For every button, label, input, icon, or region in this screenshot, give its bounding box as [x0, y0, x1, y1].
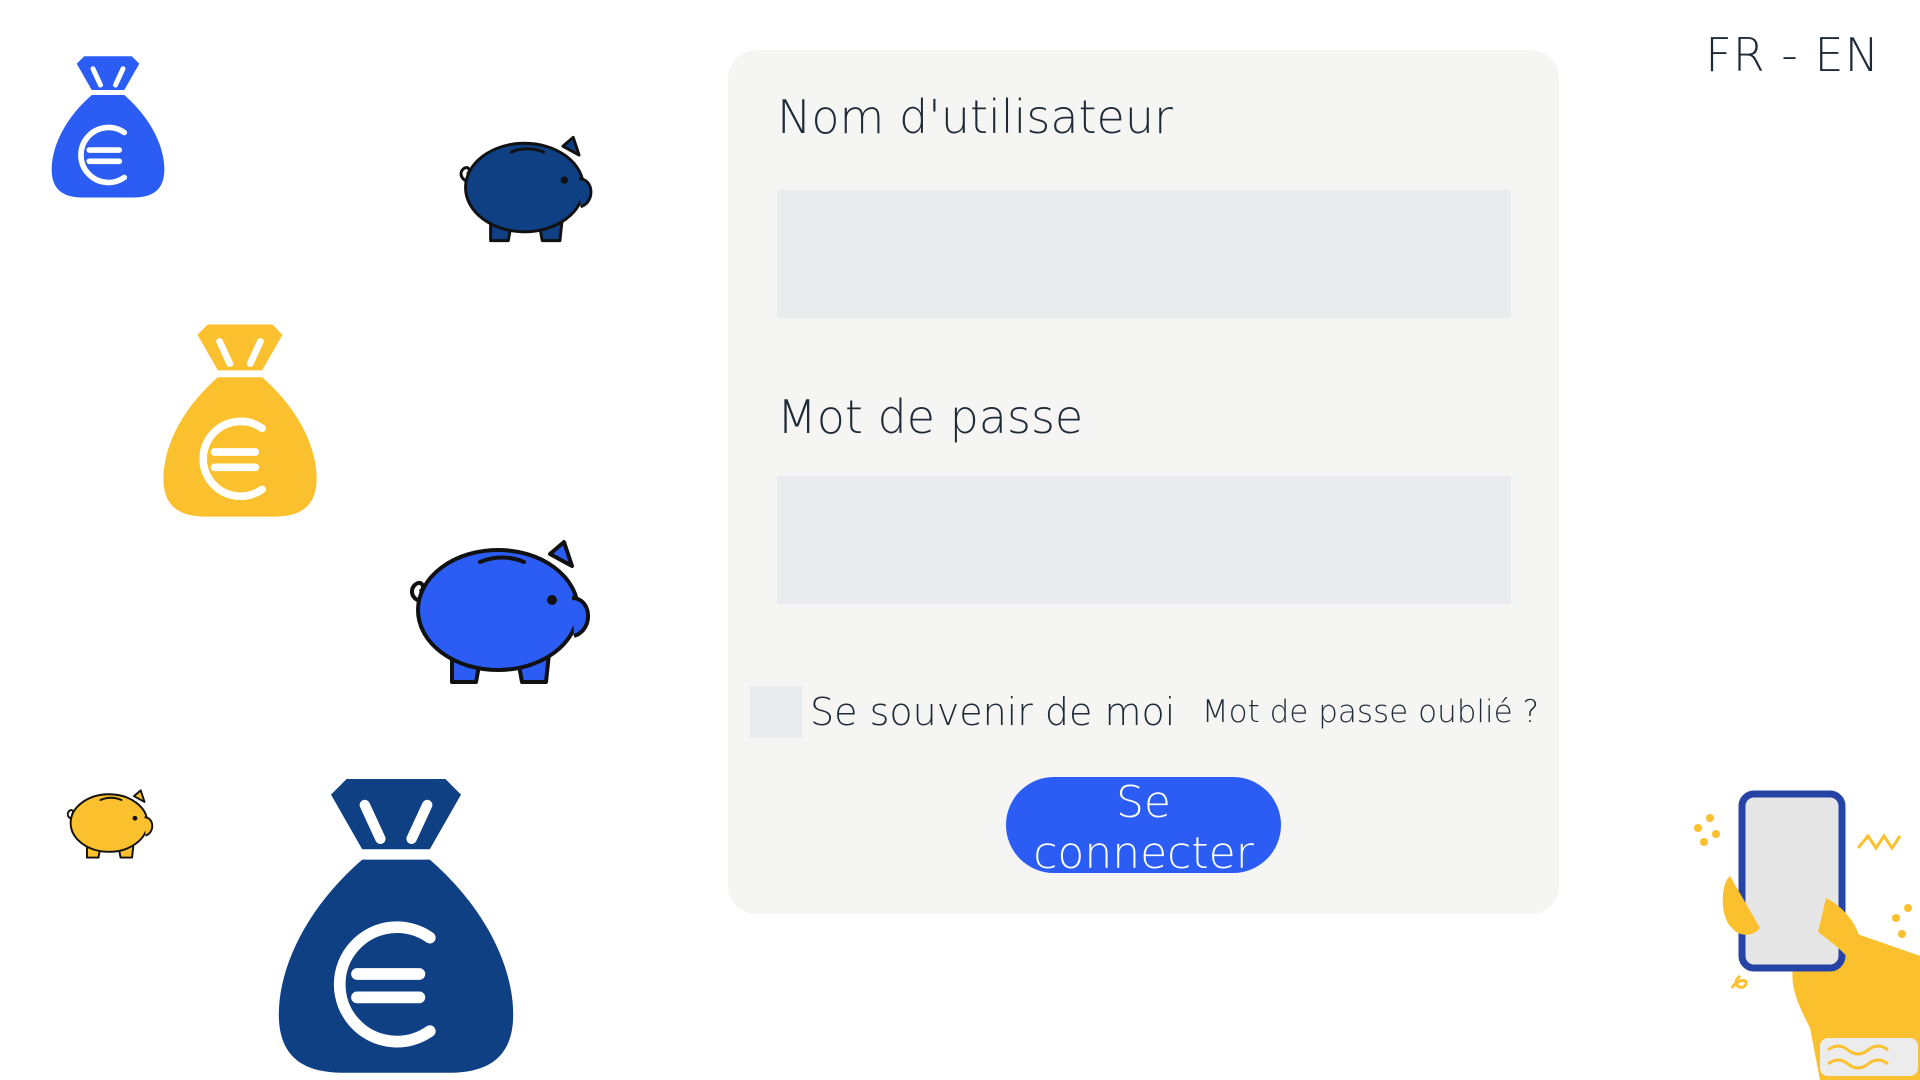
remember-me-row: Se souvenir de moi — [750, 686, 1175, 738]
login-button[interactable]: Se connecter — [1006, 777, 1281, 879]
language-switcher: FR - EN — [1705, 28, 1880, 82]
hand-holding-phone-icon — [1694, 790, 1920, 1080]
piggy-bank-dark-icon — [452, 130, 600, 248]
lang-separator: - — [1765, 28, 1815, 82]
remember-me-checkbox[interactable] — [750, 686, 802, 738]
password-label: Mot de passe — [777, 390, 1084, 444]
username-label: Nom d'utilisateur — [777, 90, 1173, 144]
piggy-bank-blue-icon — [400, 532, 600, 692]
piggy-bank-yellow-icon — [62, 784, 158, 864]
forgot-password-link[interactable]: Mot de passe oublié ? — [1202, 694, 1539, 730]
login-card: Nom d'utilisateur Mot de passe Se souven… — [728, 50, 1559, 914]
lang-en-link[interactable]: EN — [1815, 28, 1880, 82]
password-input[interactable] — [777, 476, 1511, 604]
money-bag-euro-yellow-icon — [154, 316, 326, 520]
lang-fr-link[interactable]: FR — [1705, 28, 1765, 82]
money-bag-euro-blue-icon — [44, 50, 172, 200]
remember-me-label: Se souvenir de moi — [810, 690, 1176, 734]
money-bag-euro-dark-icon — [266, 766, 526, 1078]
username-input[interactable] — [777, 190, 1511, 318]
